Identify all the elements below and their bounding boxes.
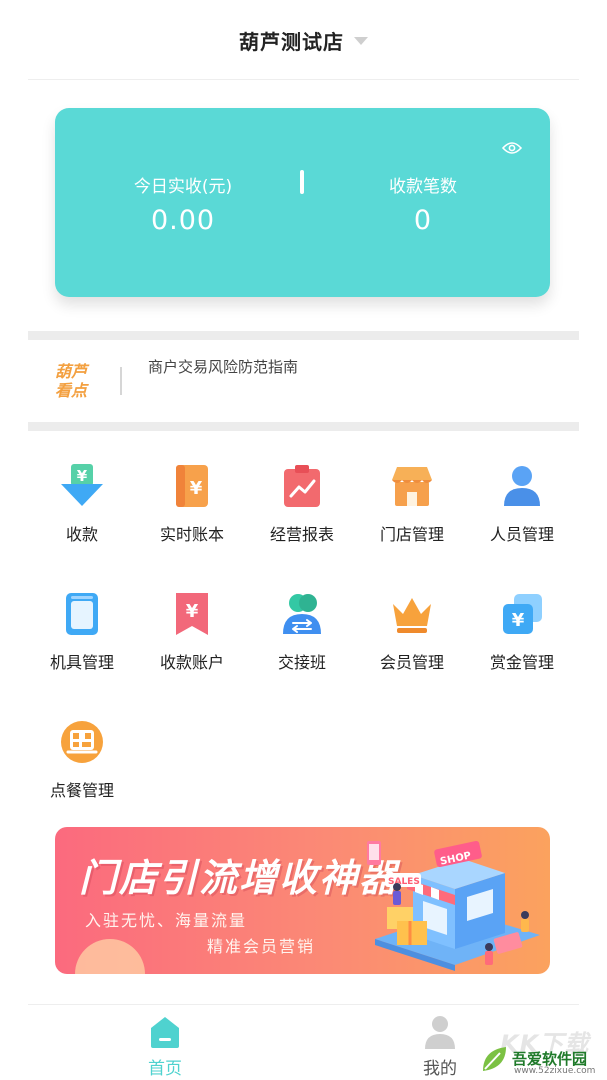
store-name[interactable]: 葫芦测试店 [239, 26, 344, 55]
menu-item-ordering[interactable]: 点餐管理 [27, 718, 137, 808]
store-selector[interactable]: 葫芦测试店 [0, 0, 607, 80]
menu-item-report[interactable]: 经营报表 [247, 462, 357, 552]
qr-order-icon [61, 721, 103, 763]
shop-illustration: SHOP SALES [367, 840, 540, 971]
news-logo: 葫芦 看点 [55, 362, 88, 400]
menu-item-handover[interactable]: 交接班 [247, 590, 357, 680]
banner-subtitle-1: 入驻无忧、海量流量 [85, 911, 248, 930]
summary-card: 今日实收(元) 0.00 收款笔数 0 [55, 108, 550, 297]
tabbar-divider [28, 1004, 579, 1005]
ledger-icon: ¥ [176, 465, 208, 507]
menu-item-staff[interactable]: 人员管理 [467, 462, 577, 552]
svg-text:¥: ¥ [512, 610, 525, 631]
svg-text:¥: ¥ [190, 478, 203, 499]
svg-text:¥: ¥ [186, 601, 199, 622]
shift-handover-icon [283, 594, 321, 634]
bonus-yen-icon: ¥ [503, 594, 542, 634]
news-ticker[interactable]: 葫芦 看点 商户交易风险防范指南 [28, 340, 579, 422]
store-icon [392, 467, 432, 506]
section-separator [28, 331, 579, 340]
tab-mine[interactable]: 我的 [390, 1014, 490, 1079]
device-icon [66, 593, 98, 635]
crown-icon [393, 598, 431, 633]
sales-tag-text: SALES [388, 877, 420, 887]
divider [28, 79, 579, 80]
eye-icon[interactable] [502, 141, 522, 155]
banner-subtitle-2: 精准会员营销 [207, 937, 316, 956]
menu-item-store[interactable]: 门店管理 [357, 462, 467, 552]
menu-item-ledger[interactable]: ¥ 实时账本 [137, 462, 247, 552]
count-stat[interactable]: 收款笔数 0 [323, 172, 523, 236]
tab-home-label: 首页 [148, 1059, 182, 1079]
income-stat[interactable]: 今日实收(元) 0.00 [83, 172, 283, 236]
person-icon [504, 466, 540, 506]
menu-item-accounts[interactable]: ¥ 收款账户 [137, 590, 247, 680]
news-divider [120, 367, 122, 395]
leaf-logo-icon [483, 1047, 506, 1071]
report-chart-icon [284, 465, 320, 507]
home-icon [151, 1017, 179, 1048]
income-value: 0.00 [150, 205, 216, 236]
menu-item-members[interactable]: 会员管理 [357, 590, 467, 680]
download-yen-icon: ¥ [61, 464, 103, 506]
site-watermark: KK下载 吾爱软件园 www.52zixue.com [478, 1026, 603, 1078]
banner-decoration [75, 939, 145, 974]
menu-item-collect[interactable]: ¥ 收款 [27, 462, 137, 552]
section-separator [28, 422, 579, 431]
svg-text:¥: ¥ [77, 467, 88, 485]
card-divider [300, 170, 304, 194]
news-headline[interactable]: 商户交易风险防范指南 [148, 356, 298, 377]
user-icon [425, 1016, 455, 1049]
count-label: 收款笔数 [389, 177, 457, 197]
count-value: 0 [413, 205, 433, 236]
promo-banner[interactable]: 门店引流增收神器 入驻无忧、海量流量 精准会员营销 SHOP SALES [55, 827, 550, 974]
menu-item-bonus[interactable]: ¥ 赏金管理 [467, 590, 577, 680]
tab-mine-label: 我的 [423, 1059, 457, 1079]
bookmark-yen-icon: ¥ [176, 593, 208, 635]
tab-home[interactable]: 首页 [115, 1014, 215, 1079]
menu-item-devices[interactable]: 机具管理 [27, 590, 137, 680]
income-label: 今日实收(元) [133, 177, 233, 197]
chevron-down-icon[interactable] [354, 37, 368, 45]
